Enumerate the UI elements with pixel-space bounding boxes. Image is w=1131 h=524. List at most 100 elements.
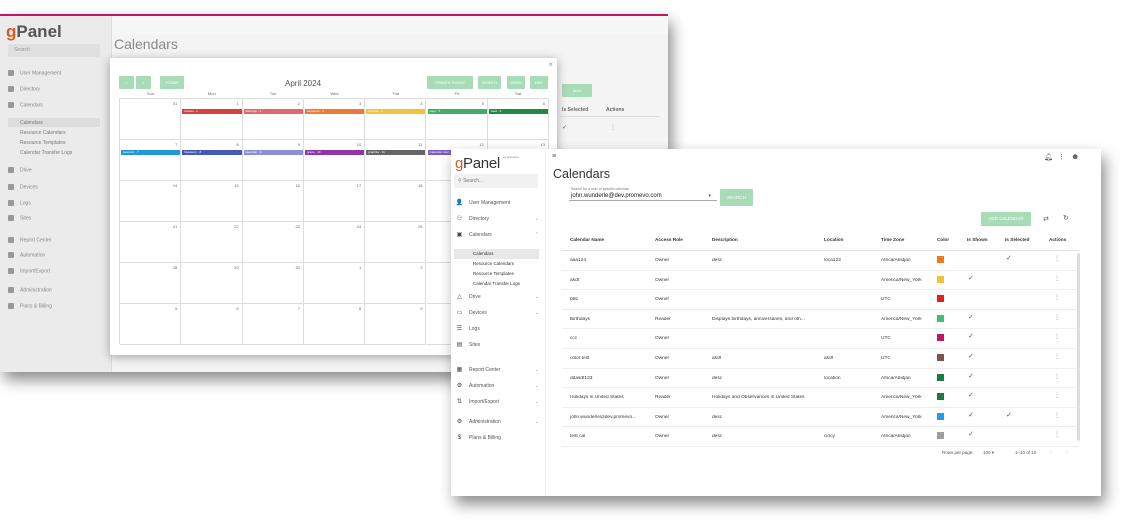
- back-subnav-item[interactable]: Resource Calendars: [20, 130, 66, 136]
- day-cell[interactable]: 28: [120, 263, 182, 304]
- add-calendar-button[interactable]: ADD CALENDAR: [981, 212, 1031, 226]
- subnav-item[interactable]: Resource Calendars: [454, 259, 539, 269]
- day-cell[interactable]: 2: [242, 99, 304, 140]
- back-nav-item[interactable]: Administration: [8, 287, 52, 293]
- day-cell[interactable]: 15: [181, 181, 243, 222]
- avatar-icon[interactable]: ☻: [1071, 152, 1079, 161]
- calendar-event[interactable]: grape · 10: [304, 150, 365, 155]
- more-vert-icon[interactable]: ⋮: [1058, 153, 1065, 161]
- back-nav-item[interactable]: Automation: [8, 252, 45, 258]
- day-cell[interactable]: 1: [181, 99, 243, 140]
- row-actions-icon[interactable]: ⋮: [1054, 255, 1060, 262]
- day-cell[interactable]: 2: [365, 263, 427, 304]
- back-nav-item[interactable]: Directory: [8, 86, 40, 92]
- row-actions-icon[interactable]: ⋮: [1054, 392, 1060, 399]
- today-button[interactable]: TODAY: [160, 76, 184, 89]
- row-actions-icon[interactable]: ⋮: [1054, 412, 1060, 419]
- day-cell[interactable]: 9: [365, 304, 427, 345]
- row-actions-icon[interactable]: ⋮: [1054, 275, 1060, 282]
- prev-page-icon[interactable]: ‹: [1050, 450, 1052, 455]
- row-actions-icon[interactable]: ⋮: [1054, 373, 1060, 380]
- day-cell[interactable]: 21: [120, 222, 182, 263]
- day-cell[interactable]: 23: [242, 222, 304, 263]
- sidebar-item-devices[interactable]: ▭ Devices ⌄: [455, 307, 541, 319]
- next-month-button[interactable]: ›: [136, 76, 151, 89]
- notification-bell-icon[interactable]: 🔔︎: [1044, 153, 1053, 161]
- day-cell[interactable]: 22: [181, 222, 243, 263]
- day-cell[interactable]: 29: [181, 263, 243, 304]
- refresh-icon[interactable]: ↻: [1063, 214, 1069, 222]
- table-row[interactable]: bbb Owner UTC ⋮: [562, 290, 1079, 310]
- table-row[interactable]: aaa124 Owner desc loca123 Africa/Abidjan ✓ ⋮: [562, 251, 1079, 271]
- sidebar-search-input[interactable]: ⚲ Search...: [454, 174, 538, 188]
- search-button[interactable]: SEARCH: [720, 189, 753, 206]
- row-actions-icon[interactable]: ⋮: [1054, 353, 1060, 360]
- calendar-event[interactable]: tangerine · 3: [304, 109, 365, 114]
- day-cell[interactable]: 3: [303, 99, 366, 140]
- back-nav-item[interactable]: Calendars: [8, 102, 43, 108]
- close-icon[interactable]: ×: [548, 60, 553, 69]
- calendar-event[interactable]: flamingo · 2: [243, 109, 303, 114]
- calendar-event[interactable]: sage · 5: [427, 109, 487, 114]
- day-cell[interactable]: 17: [303, 181, 366, 222]
- table-scrollbar[interactable]: [1077, 253, 1080, 441]
- back-nav-item[interactable]: Sites: [8, 215, 31, 221]
- day-cell[interactable]: 30: [242, 263, 304, 304]
- day-cell[interactable]: 10: [303, 140, 366, 181]
- day-cell[interactable]: 11: [365, 140, 427, 181]
- sidebar-item-administration[interactable]: ⚙ Administration ⌄: [455, 416, 541, 428]
- sidebar-item-import-export[interactable]: ⇅ Import/Export ⌄: [455, 396, 541, 408]
- day-cell[interactable]: 24: [303, 222, 366, 263]
- back-nav-item[interactable]: Drive: [8, 167, 32, 173]
- prev-month-button[interactable]: ‹: [119, 76, 134, 89]
- row-actions-icon[interactable]: ⋮: [1054, 431, 1060, 438]
- row-actions-icon[interactable]: ⋮: [1054, 294, 1060, 301]
- table-row[interactable]: Birthdays Reader Displays birthdays, anniv…: [562, 310, 1079, 330]
- back-add-calendar-button[interactable]: ADD CALENDAR: [562, 84, 592, 106]
- month-view-button[interactable]: MONTH: [478, 76, 501, 89]
- day-cell[interactable]: 25: [365, 222, 427, 263]
- sidebar-item-plans-billing[interactable]: $ Plans & Billing: [455, 432, 541, 444]
- day-cell[interactable]: 5: [426, 99, 488, 140]
- back-subnav-item[interactable]: Calendar Transfer Logs: [20, 150, 72, 156]
- day-cell[interactable]: 31: [120, 99, 182, 140]
- back-nav-item[interactable]: Logs: [8, 200, 31, 206]
- table-row[interactable]: color test Owner asdf asdf UTC ✓ ⋮: [562, 349, 1079, 369]
- row-actions-icon[interactable]: ⋮: [1054, 333, 1060, 340]
- day-cell[interactable]: 8: [303, 304, 366, 345]
- swap-icon[interactable]: ⇄: [1043, 215, 1049, 223]
- table-row[interactable]: john.wunderle@dev.promevo... Owner desc Ame…: [562, 408, 1079, 428]
- back-nav-item[interactable]: Plans & Billing: [8, 303, 52, 309]
- table-row[interactable]: ccc Owner UTC ✓ ⋮: [562, 329, 1079, 349]
- table-row[interactable]: test cal Owner desc cincy Africa/Abidjan ✓ ⋮: [562, 427, 1079, 447]
- back-nav-item[interactable]: Import/Export: [8, 268, 50, 274]
- back-more-icon[interactable]: ⋮: [610, 124, 616, 131]
- sidebar-item-calendars[interactable]: ▣ Calendars ⌃: [455, 229, 541, 241]
- sidebar-item-user-management[interactable]: 👤 User Management: [455, 197, 541, 209]
- day-cell[interactable]: 5: [120, 304, 182, 345]
- table-row[interactable]: Holidays in United States Reader Holidays …: [562, 388, 1079, 408]
- create-event-button[interactable]: CREATE EVENT: [427, 76, 473, 89]
- user-calendar-select[interactable]: john.wunderle@dev.promevo.com ▾: [569, 191, 717, 201]
- day-cell[interactable]: 6: [487, 99, 550, 140]
- back-nav-item[interactable]: User Management: [8, 70, 61, 76]
- calendar-event[interactable]: blueberry · 8: [182, 150, 242, 155]
- week-view-button[interactable]: WEEK: [507, 76, 525, 89]
- day-cell[interactable]: 8: [181, 140, 243, 181]
- sidebar-item-logs[interactable]: ☰ Logs: [455, 323, 541, 335]
- calendar-event[interactable]: tomato · 1: [182, 109, 242, 114]
- back-subnav-item[interactable]: Calendars: [20, 120, 43, 126]
- day-cell[interactable]: 6: [181, 304, 243, 345]
- back-nav-item[interactable]: Devices: [8, 184, 38, 190]
- sidebar-item-directory[interactable]: ⚇ Directory ⌄: [455, 213, 541, 225]
- day-cell[interactable]: 18: [365, 181, 427, 222]
- sidebar-item-sites[interactable]: ▤ Sites: [455, 339, 541, 351]
- day-cell[interactable]: 9: [242, 140, 304, 181]
- calendar-event[interactable]: peacock · 7: [121, 150, 181, 155]
- subnav-item[interactable]: Calendar Transfer Logs: [454, 279, 539, 289]
- calendar-event[interactable]: graphite · 11: [366, 150, 426, 155]
- day-cell[interactable]: 4: [365, 99, 427, 140]
- sidebar-item-report-center[interactable]: ▦ Report Center ⌄: [455, 364, 541, 376]
- calendar-event[interactable]: lavender · 9: [243, 150, 303, 155]
- rows-per-page-select[interactable]: 100 ▾: [983, 450, 994, 456]
